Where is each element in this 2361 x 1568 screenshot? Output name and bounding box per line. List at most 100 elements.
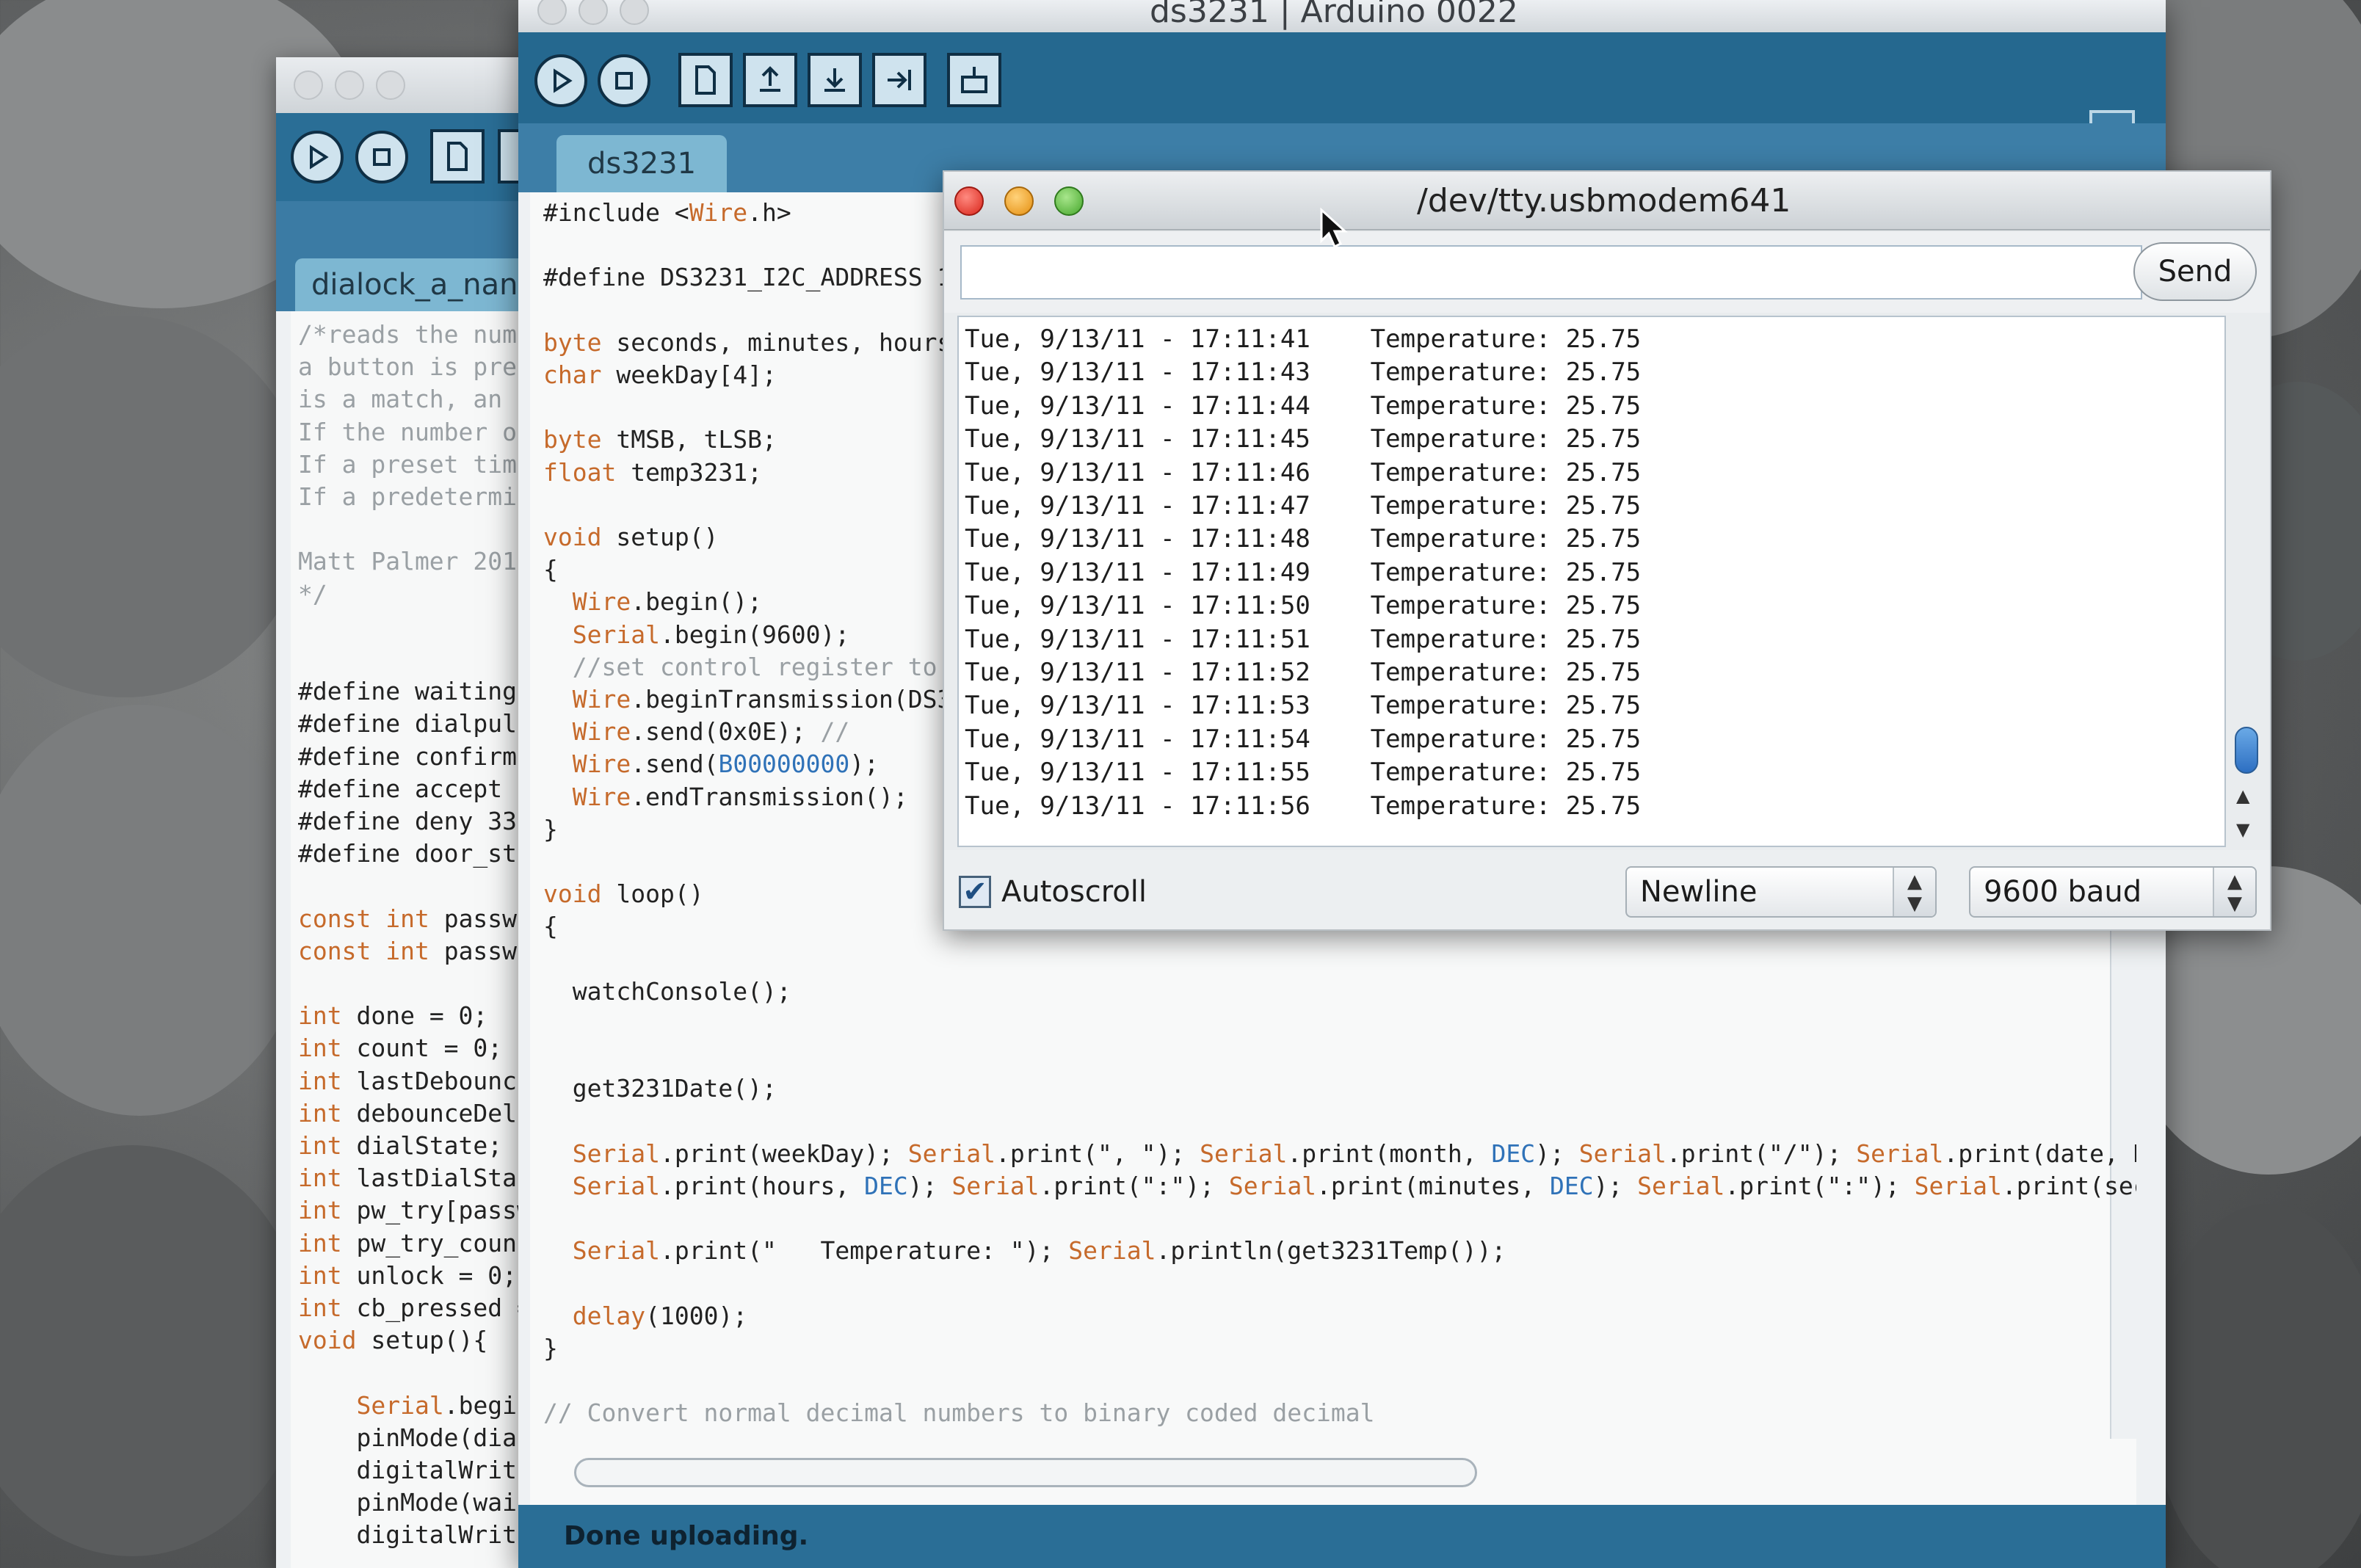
serial-port-title: /dev/tty.usbmodem641 — [1417, 182, 1791, 219]
code-line: int lastDialStat — [298, 1164, 532, 1193]
code-line: #define waiting — [298, 677, 518, 706]
serial-output-area[interactable]: Tue, 9/13/11 - 17:11:41 Temperature: 25.… — [957, 316, 2226, 847]
code-line: Serial.begin — [356, 1390, 532, 1420]
zoom-icon[interactable] — [376, 70, 405, 100]
code-line: void setup(){ — [298, 1326, 488, 1355]
scroll-up-icon[interactable]: ▲ — [2236, 785, 2249, 806]
code-line: int pw_try_count — [298, 1228, 532, 1257]
mouse-cursor-icon — [1320, 207, 1348, 249]
select-arrows-icon: ▲ ▼ — [1893, 868, 1935, 916]
code-line: Wire.begin(); — [572, 587, 763, 617]
serial-output-line: Tue, 9/13/11 - 17:11:48 Temperature: 25.… — [965, 524, 1642, 554]
code-line: } — [543, 1334, 558, 1362]
serial-output-line: Tue, 9/13/11 - 17:11:53 Temperature: 25.… — [965, 691, 1642, 721]
code-line: char weekDay[4]; — [543, 360, 777, 389]
code-line: #include <Wire.h> — [543, 198, 791, 227]
serial-vertical-scrollbar[interactable]: ▲ ▼ — [2230, 316, 2263, 847]
serial-monitor-icon[interactable] — [947, 53, 1001, 107]
code-line: If a preset time — [298, 449, 532, 479]
serial-output-line: Tue, 9/13/11 - 17:11:54 Temperature: 25.… — [965, 724, 1642, 754]
serial-output-line: Tue, 9/13/11 - 17:11:45 Temperature: 25.… — [965, 424, 1642, 454]
code-line: int pw_try[passw — [298, 1196, 532, 1225]
send-button[interactable]: Send — [2133, 242, 2257, 301]
horizontal-scrollbar[interactable] — [574, 1458, 1477, 1487]
stop-icon[interactable] — [355, 131, 408, 184]
code-line: Serial.print(" Temperature: "); Serial.p… — [572, 1236, 1506, 1266]
code-line: pinMode(wait — [298, 1488, 532, 1517]
serial-output-line: Tue, 9/13/11 - 17:11:47 Temperature: 25.… — [965, 491, 1642, 520]
code-line: // Convert normal decimal numbers to bin… — [543, 1398, 1375, 1428]
code-line: Wire.beginTransmission(DS3 — [572, 685, 952, 714]
zoom-icon[interactable] — [620, 0, 649, 25]
autoscroll-checkbox[interactable]: ✔ — [959, 875, 991, 909]
code-line: int debounceDela — [298, 1098, 532, 1128]
code-line: Serial.print(hours, DEC); Serial.print("… — [572, 1172, 2136, 1200]
code-line: Serial.print(weekDay); Serial.print(", "… — [572, 1139, 2136, 1168]
upload-icon[interactable] — [872, 53, 926, 107]
code-line: #define DS3231_I2C_ADDRESS 1 — [543, 263, 952, 292]
minimize-icon[interactable] — [579, 0, 608, 25]
code-line: get3231Date(); — [543, 1074, 777, 1103]
tab-ds3231[interactable]: ds3231 — [556, 135, 727, 192]
close-icon[interactable] — [537, 0, 567, 25]
code-line: byte tMSB, tLSB; — [543, 425, 777, 454]
verify-icon[interactable] — [534, 54, 587, 107]
code-line: If a predetermin — [298, 482, 532, 511]
stop-icon[interactable] — [598, 54, 650, 107]
serial-send-input[interactable] — [960, 245, 2142, 300]
serial-output-line: Tue, 9/13/11 - 17:11:44 Temperature: 25.… — [965, 391, 1642, 421]
code-line: } — [543, 814, 558, 843]
code-line: digitalWrite — [298, 1520, 532, 1550]
code-line: { — [543, 555, 558, 584]
code-line: { — [543, 912, 558, 941]
checkmark-icon: ✔ — [962, 875, 987, 909]
code-line: float temp3231; — [543, 457, 763, 487]
line-ending-select[interactable]: Newline ▲ ▼ — [1625, 866, 1937, 918]
close-icon[interactable] — [294, 70, 323, 100]
code-line: #define dialpuls — [298, 709, 532, 738]
code-line: int done = 0; — [298, 1001, 488, 1031]
code-line: a button is pres — [298, 352, 532, 382]
scroll-thumb[interactable] — [2235, 727, 2258, 774]
open-icon[interactable] — [743, 53, 797, 107]
save-icon[interactable] — [808, 53, 862, 107]
new-icon[interactable] — [430, 129, 485, 184]
code-line: watchConsole(); — [543, 976, 791, 1006]
status-bar: Done uploading. — [518, 1505, 2166, 1568]
code-line: */ — [298, 579, 327, 609]
background-pebble — [0, 705, 308, 1116]
code-line: pinMode(dial — [298, 1423, 532, 1452]
main-toolbar — [518, 32, 2166, 156]
code-line: Wire.send(0x0E); // — [572, 717, 850, 747]
background-pebble — [0, 316, 308, 697]
code-line: //set control register to — [572, 652, 937, 681]
zoom-icon[interactable] — [1054, 186, 1084, 216]
autoscroll-option[interactable]: ✔ Autoscroll — [959, 872, 1147, 912]
code-line: int dialState; — [298, 1131, 503, 1160]
code-line: #define accept 3 — [298, 774, 532, 803]
code-line: void loop() — [543, 879, 704, 909]
serial-output-line: Tue, 9/13/11 - 17:11:46 Temperature: 25.… — [965, 457, 1642, 487]
serial-output-line: Tue, 9/13/11 - 17:11:56 Temperature: 25.… — [965, 791, 1642, 821]
new-icon[interactable] — [678, 53, 733, 107]
line-ending-value: Newline — [1640, 875, 1758, 909]
code-line: Wire.send(B00000000); — [572, 749, 880, 779]
code-line: #define door_str — [298, 839, 532, 868]
code-line: int count = 0; — [298, 1034, 503, 1063]
verify-icon[interactable] — [291, 131, 344, 184]
code-line: is a match, an e — [298, 385, 532, 414]
window-title: ds3231 | Arduino 0022 — [1150, 0, 1518, 30]
serial-options-row: ✔ Autoscroll Newline ▲ ▼ 9600 baud ▲ ▼ — [944, 850, 2270, 929]
code-line: delay(1000); — [572, 1301, 748, 1330]
minimize-icon[interactable] — [1004, 186, 1034, 216]
serial-output-line: Tue, 9/13/11 - 17:11:52 Temperature: 25.… — [965, 658, 1642, 687]
close-icon[interactable] — [954, 186, 984, 216]
baud-rate-select[interactable]: 9600 baud ▲ ▼ — [1969, 866, 2257, 918]
code-line: Matt Palmer 2011 — [298, 547, 532, 576]
minimize-icon[interactable] — [335, 70, 364, 100]
code-line: digitalWrite — [298, 1456, 532, 1484]
code-line: const int passwo — [298, 936, 532, 965]
code-line: /*reads the numb — [298, 320, 532, 349]
scroll-down-icon[interactable]: ▼ — [2236, 819, 2249, 840]
tab-dialock[interactable]: dialock_a_nan — [295, 258, 534, 311]
